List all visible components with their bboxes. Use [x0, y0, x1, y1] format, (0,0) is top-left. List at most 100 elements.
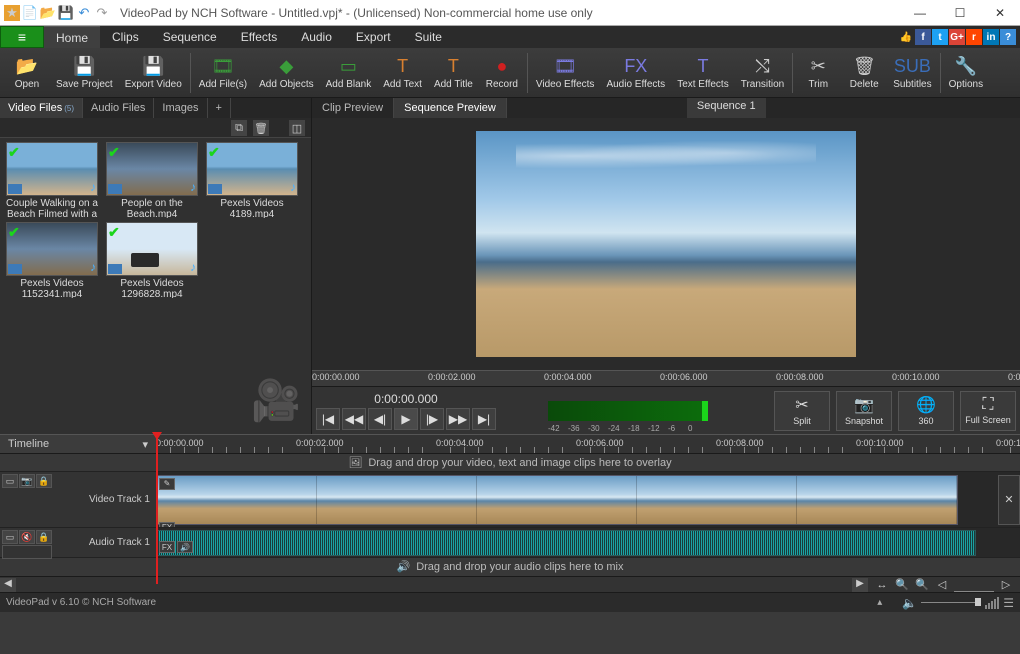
preview-full-screen-button[interactable]: ⛶Full Screen [960, 391, 1016, 431]
help-icon[interactable]: ? [1000, 29, 1016, 45]
preview-ruler[interactable]: 0:00:00.0000:00:02.0000:00:04.0000:00:06… [312, 370, 1020, 386]
clip-item[interactable]: ✔♪Pexels Videos 4189.mp4 [204, 142, 300, 218]
clip-end-transition[interactable]: ✕ [998, 475, 1020, 525]
toolbar-record[interactable]: ●Record [479, 50, 525, 96]
bin-delete-icon[interactable]: 🗑 [253, 120, 269, 136]
redo-icon[interactable]: ↷ [94, 5, 110, 21]
toolbar-delete[interactable]: 🗑Delete [841, 50, 887, 96]
vt-btn3[interactable]: 🔒 [36, 474, 52, 488]
toolbar-transition[interactable]: ⤭Transition [735, 50, 791, 96]
zoom-slider-left[interactable]: ◁ [934, 578, 950, 592]
speaker-icon[interactable]: 🔈 [902, 596, 917, 610]
toolbar-text-effects[interactable]: TText Effects [671, 50, 735, 96]
toolbar-add-title[interactable]: TAdd Title [428, 50, 479, 96]
clip-item[interactable]: ✔♪Couple Walking on a Beach Filmed with … [4, 142, 100, 218]
new-icon[interactable]: 📄 [22, 5, 38, 21]
clip-item[interactable]: ✔♪People on the Beach.mp4 [104, 142, 200, 218]
linkedin-icon[interactable]: in [983, 29, 999, 45]
facebook-icon[interactable]: f [915, 29, 931, 45]
toolbar-audio-effects[interactable]: FXAudio Effects [600, 50, 671, 96]
zoom-in-icon[interactable]: 🔍 [914, 578, 930, 592]
maximize-button[interactable]: ☐ [940, 0, 980, 26]
levels-icon[interactable]: ☰ [1003, 596, 1014, 610]
toolbar-add-text[interactable]: TAdd Text [377, 50, 428, 96]
bin-tab--[interactable]: + [208, 98, 231, 118]
scroll-left-icon[interactable]: ◀ [0, 578, 16, 592]
preview-canvas[interactable] [312, 118, 1020, 370]
volume-control[interactable]: 🔈 ☰ [902, 596, 1014, 610]
like-icon[interactable]: 👍 [898, 29, 914, 45]
toolbar-add-file-s-[interactable]: 🎞Add File(s) [193, 50, 253, 96]
ffwd-button[interactable]: ▶▶ [446, 408, 470, 430]
bin-tab-images[interactable]: Images [154, 98, 207, 118]
clip-item[interactable]: ✔♪Pexels Videos 1152341.mp4 [4, 222, 100, 298]
toolbar-video-effects[interactable]: 🎞Video Effects [530, 50, 601, 96]
save-icon[interactable]: 💾 [58, 5, 74, 21]
menu-suite[interactable]: Suite [403, 26, 454, 48]
step-fwd-button[interactable]: |▶ [420, 408, 444, 430]
play-button[interactable]: ▶ [394, 408, 418, 430]
goto-end-button[interactable]: ▶| [472, 408, 496, 430]
menu-home[interactable]: Home [44, 26, 100, 48]
menu-effects[interactable]: Effects [229, 26, 289, 48]
twitter-icon[interactable]: t [932, 29, 948, 45]
timeline-ruler[interactable]: 0:00:00.0000:00:02.0000:00:04.0000:00:06… [156, 435, 1020, 453]
bin-view-icon[interactable]: ◫ [289, 120, 305, 136]
aclip-vol-icon[interactable]: 🔊 [177, 541, 193, 553]
toolbar-export-video[interactable]: 💾Export Video [119, 50, 188, 96]
menu-export[interactable]: Export [344, 26, 403, 48]
toolbar-add-blank[interactable]: ▭Add Blank [320, 50, 378, 96]
aclip-fx-icon[interactable]: FX [159, 541, 175, 553]
toolbar-open[interactable]: 📂Open [4, 50, 50, 96]
preview-snapshot-button[interactable]: 📷Snapshot [836, 391, 892, 431]
zoom-slider[interactable] [954, 578, 994, 592]
tab-clip-preview[interactable]: Clip Preview [312, 98, 394, 118]
clip-fx-icon[interactable]: FX [159, 522, 175, 528]
status-up-icon[interactable]: ▴ [877, 597, 882, 608]
clip-item[interactable]: ✔♪Pexels Videos 1296828.mp4 [104, 222, 200, 298]
timeline-scrollbar[interactable]: ◀ ▶ ↔ 🔍 🔍 ◁ ▷ [0, 576, 1020, 592]
menu-audio[interactable]: Audio [289, 26, 344, 48]
zoom-fit-icon[interactable]: ↔ [874, 578, 890, 592]
scroll-right-icon[interactable]: ▶ [852, 578, 868, 592]
preview-360-button[interactable]: 🌐360 [898, 391, 954, 431]
rewind-button[interactable]: ◀◀ [342, 408, 366, 430]
bin-tab-video-files[interactable]: Video Files(5) [0, 98, 83, 118]
at-mute[interactable]: 🔇 [19, 530, 35, 544]
playhead[interactable] [156, 434, 158, 584]
at-slider[interactable] [2, 545, 52, 559]
vt-btn2[interactable]: 📷 [19, 474, 35, 488]
toolbar-add-objects[interactable]: ◆Add Objects [253, 50, 319, 96]
sequence-label[interactable]: Sequence 1 [687, 98, 766, 118]
toolbar-trim[interactable]: ✂Trim [795, 50, 841, 96]
close-button[interactable]: ✕ [980, 0, 1020, 26]
at-lock[interactable]: 🔒 [36, 530, 52, 544]
audio-track-content[interactable]: FX🔊 [156, 528, 1020, 557]
at-btn1[interactable]: ▭ [2, 530, 18, 544]
step-back-button[interactable]: ◀| [368, 408, 392, 430]
toolbar-save-project[interactable]: 💾Save Project [50, 50, 119, 96]
preview-split-button[interactable]: ✂Split [774, 391, 830, 431]
toolbar-options[interactable]: 🔧Options [943, 50, 989, 96]
reddit-icon[interactable]: r [966, 29, 982, 45]
bin-content[interactable]: ✔♪Couple Walking on a Beach Filmed with … [0, 138, 311, 434]
timeline-menu-icon[interactable]: ▾ [142, 438, 148, 451]
minimize-button[interactable]: — [900, 0, 940, 26]
tab-sequence-preview[interactable]: Sequence Preview [394, 98, 507, 118]
video-track-content[interactable]: ✎ FX ✕ [156, 472, 1020, 527]
timeline-clip[interactable]: ✎ FX [156, 475, 958, 525]
menu-sequence[interactable]: Sequence [151, 26, 229, 48]
toolbar-subtitles[interactable]: SUBSubtitles [887, 50, 937, 96]
bin-copy-icon[interactable]: ⧉ [231, 120, 247, 136]
goto-start-button[interactable]: |◀ [316, 408, 340, 430]
google-icon[interactable]: G+ [949, 29, 965, 45]
zoom-slider-right[interactable]: ▷ [998, 578, 1014, 592]
menu-clips[interactable]: Clips [100, 26, 151, 48]
zoom-out-icon[interactable]: 🔍 [894, 578, 910, 592]
timeline-audio-clip[interactable]: FX🔊 [156, 530, 976, 556]
bin-tab-audio-files[interactable]: Audio Files [83, 98, 154, 118]
clip-edit-icon[interactable]: ✎ [159, 478, 175, 490]
undo-icon[interactable]: ↶ [76, 5, 92, 21]
open-icon[interactable]: 📂 [40, 5, 56, 21]
hamburger-menu[interactable]: ≡ [0, 26, 44, 48]
